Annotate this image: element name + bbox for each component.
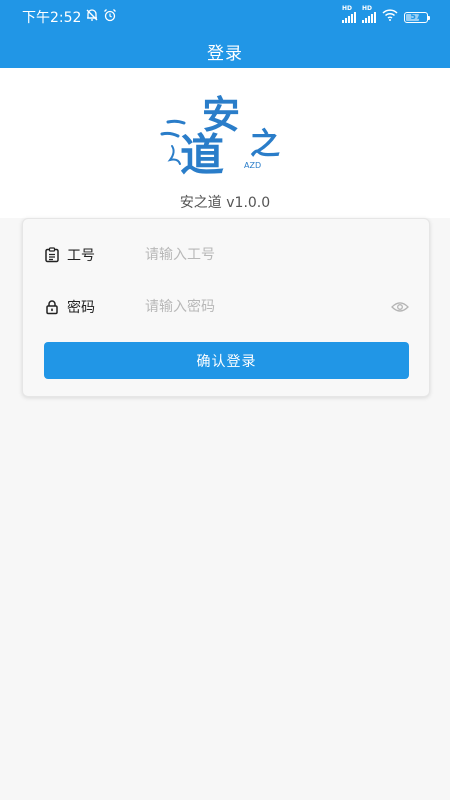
app-version: 安之道 v1.0.0 xyxy=(179,195,271,211)
signal-2-icon: HD xyxy=(362,5,376,23)
signal-2-hd-label: HD xyxy=(362,5,373,12)
status-left: 下午2:52 xyxy=(22,7,117,27)
status-time: 下午2:52 xyxy=(22,10,82,26)
logo-char-dao: 道 xyxy=(180,130,224,181)
account-input[interactable] xyxy=(145,240,385,270)
app-logo: 安 道 之 AZD xyxy=(160,93,280,181)
confirm-login-button[interactable]: 确认登录 xyxy=(44,342,409,379)
battery-icon: 57 xyxy=(404,11,430,23)
signal-1-hd-label: HD xyxy=(342,5,353,12)
lock-icon xyxy=(44,299,60,315)
bell-off-icon xyxy=(85,8,99,26)
battery-level: 57 xyxy=(410,12,422,21)
id-card-icon xyxy=(44,247,60,263)
password-input[interactable] xyxy=(145,292,385,322)
logo-char-zhi: 之 xyxy=(250,127,280,162)
status-right: HD HD 57 xyxy=(342,5,430,25)
toggle-password-visibility-icon[interactable] xyxy=(391,301,409,313)
page-title: 登录 xyxy=(207,43,243,64)
logo-area: 安 道 之 AZD 安之道 v1.0.0 xyxy=(0,68,450,218)
header: 登录 xyxy=(0,34,450,68)
logo-abbr: AZD xyxy=(244,161,261,170)
status-bar: 下午2:52 HD HD 57 xyxy=(0,0,450,34)
signal-1-icon: HD xyxy=(342,5,356,23)
password-label: 密码 xyxy=(67,300,95,316)
wifi-icon xyxy=(382,9,398,25)
password-row: 密码 xyxy=(23,289,429,325)
alarm-clock-icon xyxy=(103,8,117,26)
login-form: 工号 密码 确认登录 xyxy=(22,218,430,397)
account-row: 工号 xyxy=(23,237,429,273)
account-label: 工号 xyxy=(67,248,95,264)
